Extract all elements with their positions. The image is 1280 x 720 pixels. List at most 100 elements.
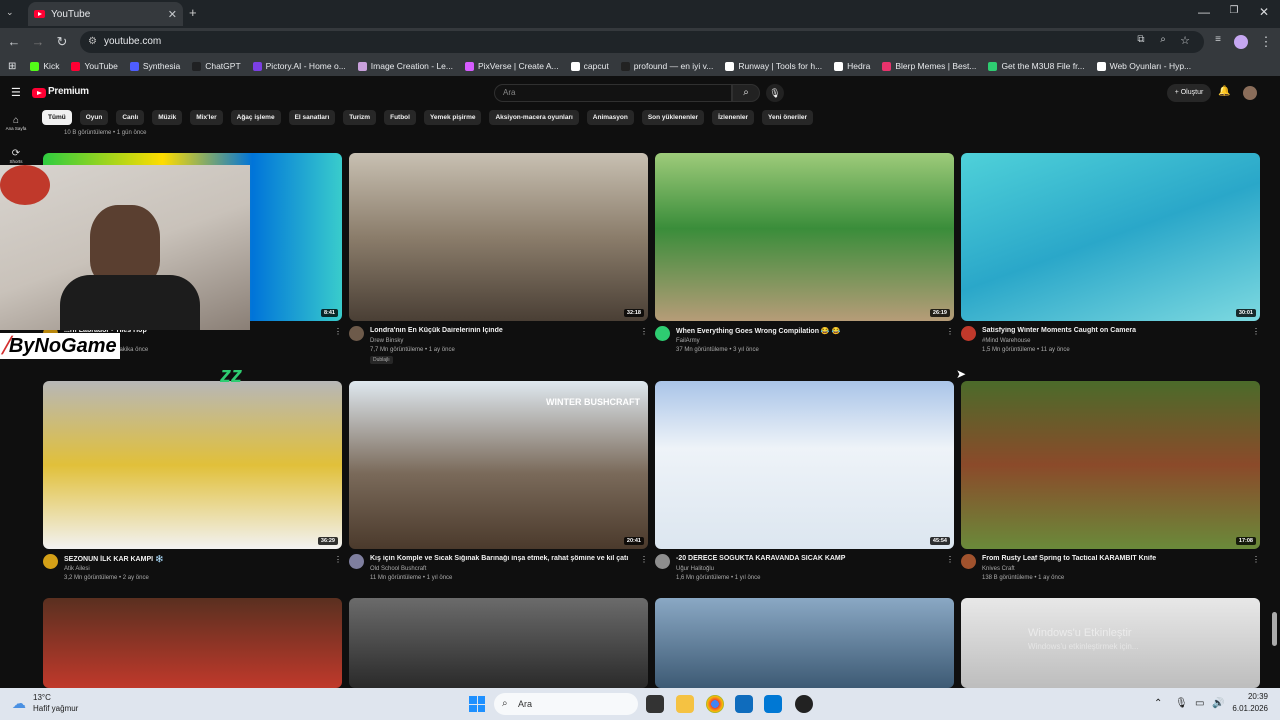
chrome-icon[interactable] [706, 695, 724, 713]
youtube-logo-icon[interactable] [32, 88, 46, 98]
bookmark-item[interactable]: Runway | Tools for h... [725, 61, 822, 71]
app-icon[interactable] [795, 695, 813, 713]
bookmark-item[interactable]: Pictory.AI - Home o... [252, 61, 346, 71]
filter-chip[interactable]: Canlı [116, 110, 145, 125]
filter-chip[interactable]: Ağaç işleme [230, 110, 281, 125]
hamburger-menu-icon[interactable]: ☰ [11, 86, 21, 99]
task-view-icon[interactable] [646, 695, 664, 713]
menu-kebab-icon[interactable]: ⋮ [1258, 34, 1274, 50]
bookmark-item[interactable]: Image Creation - Le... [357, 61, 453, 71]
filter-chip[interactable]: İzlenenler [712, 110, 755, 125]
bookmark-star-icon[interactable]: ☆ [1177, 34, 1193, 47]
store-icon[interactable] [764, 695, 782, 713]
bookmark-item[interactable]: PixVerse | Create A... [465, 61, 559, 71]
filter-chip[interactable]: Son yüklenenler [641, 110, 705, 125]
rail-shorts[interactable]: ⟳ Shorts [2, 148, 30, 164]
tab-close-icon[interactable]: ✕ [168, 8, 177, 21]
video-options-icon[interactable]: ⋮ [1252, 555, 1260, 564]
video-thumbnail[interactable]: WINTER BUSHCRAFT 20:41 [349, 381, 648, 549]
bookmark-item[interactable]: Hedra [834, 61, 870, 71]
forward-icon[interactable]: → [30, 34, 46, 49]
filter-chip[interactable]: Turizm [343, 110, 377, 125]
bookmark-item[interactable]: Blerp Memes | Best... [882, 61, 976, 71]
filter-chip[interactable]: Müzik [152, 110, 183, 125]
file-explorer-icon[interactable] [676, 695, 694, 713]
window-close-button[interactable]: ✕ [1254, 5, 1274, 19]
video-thumbnail[interactable]: 17:08 [961, 381, 1260, 549]
video-thumbnail[interactable]: 30:01 [961, 153, 1260, 321]
video-card[interactable]: 26:19 When Everything Goes Wrong Compilat… [655, 153, 954, 368]
taskbar-search[interactable]: ⌕ Ara [494, 693, 638, 715]
filter-chip[interactable]: Futbol [384, 110, 416, 125]
channel-name[interactable]: #Mind Warehouse [982, 338, 1030, 344]
tab-search-icon[interactable]: ⌄ [6, 7, 14, 18]
video-options-icon[interactable]: ⋮ [334, 327, 342, 336]
video-card[interactable]: 45:54 -20 DERECE SOĞUKTA KARAVANDA SICAK … [655, 381, 954, 596]
bookmark-item[interactable]: capcut [570, 61, 609, 71]
account-avatar[interactable] [1243, 86, 1257, 100]
channel-name[interactable]: FailArmy [676, 338, 700, 344]
new-tab-button[interactable]: + [189, 5, 197, 20]
channel-avatar[interactable] [43, 554, 58, 569]
bookmark-item[interactable]: YouTube [71, 61, 118, 71]
outlook-icon[interactable] [735, 695, 753, 713]
filter-chip[interactable]: Tümü [42, 110, 72, 125]
filter-chip[interactable]: Mix'ler [190, 110, 223, 125]
video-thumbnail[interactable]: 36:29 [43, 381, 342, 549]
bookmark-item[interactable]: ChatGPT [192, 61, 241, 71]
tray-overflow-icon[interactable]: ⌃ [1154, 698, 1162, 709]
network-icon[interactable]: ▭ [1195, 698, 1204, 709]
video-options-icon[interactable]: ⋮ [640, 327, 648, 336]
install-app-icon[interactable]: ⧉ [1133, 34, 1149, 45]
video-title[interactable]: SEZONUN İLK KAR KAMPI ❄️ [64, 555, 329, 563]
filter-chip[interactable]: Yeni öneriler [762, 110, 814, 125]
profile-avatar[interactable] [1234, 35, 1248, 49]
weather-desc[interactable]: Hafif yağmur [33, 704, 78, 713]
bookmark-item[interactable]: Get the M3U8 File fr... [988, 61, 1085, 71]
bookmark-item[interactable]: profound — en iyi v... [620, 61, 713, 71]
video-options-icon[interactable]: ⋮ [946, 555, 954, 564]
video-card[interactable]: 17:08 From Rusty Leaf Spring to Tactical … [961, 381, 1260, 596]
channel-avatar[interactable] [655, 326, 670, 341]
video-card[interactable]: 30:01 Satisfying Winter Moments Caught on… [961, 153, 1260, 368]
channel-name[interactable]: Knives Craft [982, 566, 1015, 572]
tab-youtube[interactable]: YouTube ✕ [28, 2, 183, 26]
video-options-icon[interactable]: ⋮ [640, 555, 648, 564]
video-title[interactable]: Satisfying Winter Moments Caught on Came… [982, 327, 1247, 334]
search-button[interactable]: ⌕ [732, 84, 760, 102]
video-options-icon[interactable]: ⋮ [946, 327, 954, 336]
channel-name[interactable]: Drew Binsky [370, 338, 403, 344]
restore-button[interactable]: ❐ [1224, 5, 1244, 16]
filter-chip[interactable]: Oyun [79, 110, 109, 125]
video-title[interactable]: -20 DERECE SOĞUKTA KARAVANDA SICAK KAMP [676, 555, 941, 562]
zoom-icon[interactable]: ⌕ [1155, 34, 1171, 45]
video-card[interactable]: WINTER BUSHCRAFT 20:41 Kış için Komple ve … [349, 381, 648, 596]
bookmark-item[interactable]: Synthesia [129, 61, 180, 71]
weather-icon[interactable]: ☁ [12, 695, 26, 712]
reload-icon[interactable]: ↻ [54, 34, 70, 50]
video-title[interactable]: From Rusty Leaf Spring to Tactical KARAM… [982, 555, 1247, 562]
bookmark-item[interactable]: Web Oyunları - Hyp... [1096, 61, 1191, 71]
create-button[interactable]: + Oluştur [1167, 84, 1211, 102]
video-thumbnail[interactable] [349, 598, 648, 688]
filter-chip[interactable]: Aksiyon-macera oyunları [489, 110, 579, 125]
video-card[interactable]: 32:18 Londra'nın En Küçük Dairelerinin İç… [349, 153, 648, 368]
video-options-icon[interactable]: ⋮ [334, 555, 342, 564]
video-thumbnail[interactable]: 26:19 [655, 153, 954, 321]
voice-search-icon[interactable]: 🎙 [766, 84, 784, 102]
notifications-bell-icon[interactable]: 🔔 [1218, 86, 1230, 97]
bookmark-item[interactable]: Kick [30, 61, 59, 71]
apps-grid-icon[interactable]: ⊞ [8, 61, 16, 72]
video-card[interactable]: 36:29 SEZONUN İLK KAR KAMPI ❄️ Atik Ailesi… [43, 381, 342, 596]
minimize-button[interactable]: — [1194, 5, 1214, 19]
youtube-logo-text[interactable]: Premium [48, 86, 89, 97]
clock-time[interactable]: 20:39 [1232, 692, 1268, 701]
filter-chip[interactable]: Yemek pişirme [423, 110, 482, 125]
filter-chip[interactable]: Animasyon [586, 110, 634, 125]
filter-chip[interactable]: El sanatları [288, 110, 336, 125]
channel-name[interactable]: Uğur Halitoğlu [676, 566, 714, 572]
channel-name[interactable]: Old School Bushcraft [370, 566, 426, 572]
rail-home[interactable]: ⌂ Ana Sayfa [2, 115, 30, 131]
channel-avatar[interactable] [961, 554, 976, 569]
video-title[interactable]: Kış için Komple ve Sıcak Sığınak Barınağ… [370, 555, 635, 562]
